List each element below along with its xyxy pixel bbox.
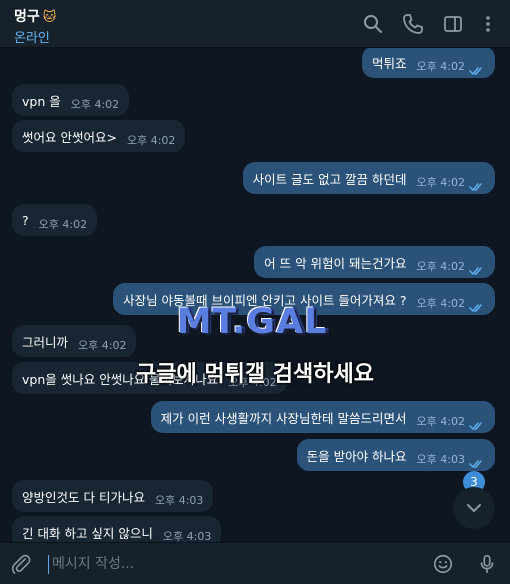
message-input[interactable] — [48, 551, 418, 577]
message-text: 양방인것도 다 티가나요 — [22, 489, 145, 505]
online-status: 온라인 — [14, 31, 50, 46]
message-time: 오후 4:03 — [162, 530, 212, 542]
message-text: ? — [22, 212, 29, 228]
message-text: 썻어요 안썻어요> — [22, 129, 117, 145]
incoming-message[interactable]: 긴 대화 하고 싶지 않으니 오후 4:03 — [12, 516, 222, 542]
incoming-message[interactable]: 썻어요 안썻어요> 오후 4:02 — [12, 120, 186, 152]
incoming-message[interactable]: vpn 을 오후 4:02 — [12, 84, 130, 116]
message-list[interactable]: 먹튀죠 오후 4:02 vpn 을 오후 4:02 썻어요 안썻어요> 오후 4:02 사이… — [0, 48, 510, 542]
message-time: 오후 4:03 — [416, 453, 465, 466]
outgoing-message[interactable]: 돈을 받아야 하나요 오후 4:03 — [296, 439, 495, 471]
emoji-icon[interactable] — [432, 553, 454, 575]
incoming-message[interactable]: 그러니까 오후 4:02 — [12, 325, 137, 357]
read-checkmarks-icon — [469, 454, 485, 468]
outgoing-message[interactable]: 먹튀죠 오후 4:02 — [362, 48, 495, 78]
scroll-to-bottom-button[interactable] — [453, 487, 495, 529]
search-icon[interactable] — [361, 12, 385, 36]
message-time: 오후 4:02 — [416, 415, 465, 428]
message-text: 어 뜨 악 위험이 돼는건가요 — [264, 255, 407, 271]
message-time: 오후 4:02 — [416, 297, 465, 310]
message-time: 오후 4:02 — [416, 260, 465, 273]
message-time: 오후 4:02 — [126, 134, 176, 147]
message-text: 먹튀죠 — [372, 55, 407, 71]
message-time: 오후 4:02 — [416, 60, 465, 73]
message-text: 돈을 받아야 하나요 — [306, 448, 407, 464]
message-text: 사이트 글도 없고 깔끔 하던데 — [252, 171, 407, 187]
chat-name: 멍구 — [14, 9, 40, 25]
chevron-down-icon — [467, 504, 481, 512]
read-checkmarks-icon — [469, 261, 485, 275]
message-time: 오후 4:02 — [38, 218, 88, 231]
microphone-icon[interactable] — [476, 553, 498, 575]
outgoing-message[interactable]: 어 뜨 악 위험이 돼는건가요 오후 4:02 — [254, 246, 495, 278]
sidebar-toggle-icon[interactable] — [441, 12, 465, 36]
attach-icon[interactable] — [10, 553, 32, 575]
read-checkmarks-icon — [469, 298, 485, 312]
message-text: 긴 대화 하고 싶지 않으니 — [22, 525, 153, 541]
message-text: 제가 이런 사생활까지 사장님한테 말씀드리면서 — [160, 410, 407, 426]
chat-title[interactable]: 멍구 🐱 — [14, 6, 56, 26]
message-text: vpn 을 — [22, 93, 61, 109]
message-time: 오후 4:02 — [416, 176, 465, 189]
composer — [0, 542, 510, 584]
message-time: 오후 4:02 — [78, 339, 127, 352]
outgoing-message[interactable]: 제가 이런 사생활까지 사장님한테 말씀드리면서 오후 4:02 — [150, 401, 495, 433]
watermark-logo: MT.GAL — [166, 302, 338, 342]
message-time: 오후 4:02 — [70, 98, 120, 111]
watermark-logo-text: MT.GAL — [176, 302, 328, 342]
read-checkmarks-icon — [469, 61, 485, 75]
message-container: 먹튀죠 오후 4:02 vpn 을 오후 4:02 썻어요 안썻어요> 오후 4:02 사이… — [0, 48, 510, 542]
watermark-caption: 구글에 먹튀갤 검색하세요 — [136, 362, 374, 387]
incoming-message[interactable]: ? 오후 4:02 — [12, 204, 98, 236]
incoming-message[interactable]: 양방인것도 다 티가나요 오후 4:03 — [12, 480, 214, 512]
cat-face-icon: 🐱 — [42, 10, 57, 25]
read-checkmarks-icon — [469, 177, 485, 191]
read-checkmarks-icon — [469, 416, 485, 430]
chat-header: 멍구 🐱 온라인 — [0, 0, 510, 48]
more-vertical-icon[interactable] — [476, 12, 500, 36]
message-text: 그러니까 — [22, 334, 69, 350]
message-time: 오후 4:03 — [154, 494, 204, 507]
outgoing-message[interactable]: 사이트 글도 없고 깔끔 하던데 오후 4:02 — [242, 162, 495, 194]
phone-icon[interactable] — [401, 12, 425, 36]
